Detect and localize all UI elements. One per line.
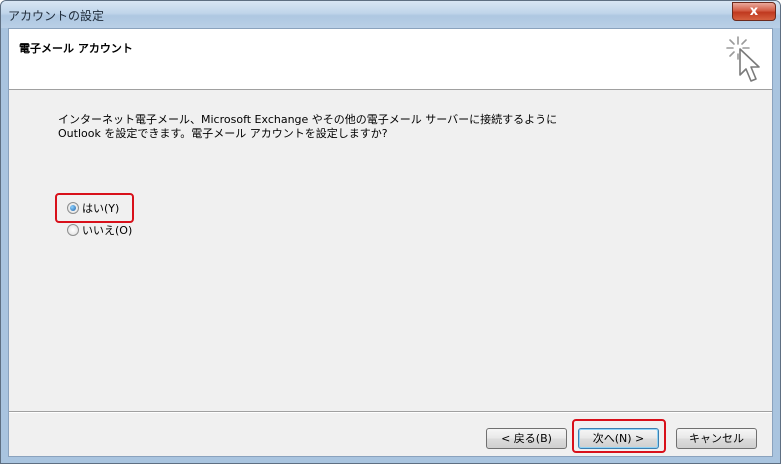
close-icon: x [749, 4, 759, 19]
wizard-cursor-icon [726, 36, 760, 82]
radio-no-label[interactable]: いいえ(O) [82, 222, 132, 238]
back-button[interactable]: < 戻る(B) [486, 428, 567, 449]
radio-yes-label[interactable]: はい(Y) [82, 200, 119, 216]
dialog-client-area: 電子メール アカウント インターネット電子メール、Microsoft Excha… [8, 28, 773, 457]
window-title: アカウントの設定 [8, 9, 105, 23]
wizard-header: 電子メール アカウント [9, 29, 772, 90]
dialog-window: アカウントの設定 x 電子メール アカウント インターネット電子メール、Micr… [0, 0, 781, 464]
description-line-2: Outlook を設定できます。電子メール アカウントを設定しますか? [58, 127, 388, 140]
header-title: 電子メール アカウント [19, 42, 133, 55]
cancel-button[interactable]: キャンセル [676, 428, 757, 449]
next-button[interactable]: 次へ(N) > [578, 428, 659, 449]
description-text: インターネット電子メール、Microsoft Exchange やその他の電子メ… [58, 113, 718, 141]
description-line-1: インターネット電子メール、Microsoft Exchange やその他の電子メ… [58, 113, 558, 126]
radio-no-indicator[interactable] [67, 224, 79, 236]
close-button[interactable]: x [732, 2, 776, 21]
footer-divider [9, 411, 772, 413]
radio-yes[interactable]: はい(Y) [67, 199, 119, 217]
title-bar[interactable]: アカウントの設定 x [1, 1, 780, 28]
radio-no[interactable]: いいえ(O) [67, 221, 132, 239]
radio-yes-indicator[interactable] [67, 202, 79, 214]
